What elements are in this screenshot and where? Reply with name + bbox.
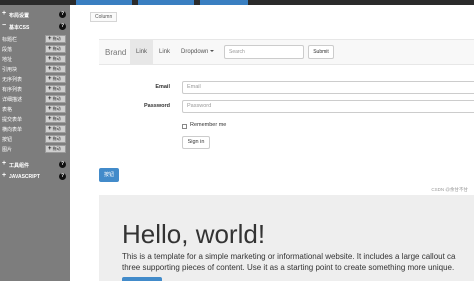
navbar-brand[interactable]: Brand [105,48,126,57]
main-canvas: Column Brand Link Link Dropdown Search S… [70,5,474,281]
question-icon[interactable]: ? [59,161,66,168]
question-icon[interactable]: ? [59,11,66,18]
email-field[interactable]: Email [182,81,474,94]
password-field[interactable]: Password [182,100,474,113]
sidebar-item[interactable]: 有序列表 + 拖动 [0,84,70,94]
remember-label: Remember me [190,122,227,128]
nav-link-active[interactable]: Link [130,40,154,64]
drag-button[interactable]: + 拖动 [45,95,66,103]
drag-button[interactable]: + 拖动 [45,55,66,63]
plus-icon: + [48,46,52,52]
minus-icon: − [2,22,7,29]
drag-button[interactable]: + 拖动 [45,125,66,133]
sidebar-group-tools[interactable]: + 工具组件 ? [0,160,70,170]
sidebar-item[interactable]: 引用块 + 拖动 [0,64,70,74]
navbar: Brand Link Link Dropdown Search Submit [99,39,474,65]
plus-icon: + [48,56,52,62]
drag-button[interactable]: + 拖动 [45,115,66,123]
plus-icon: + [2,10,7,17]
drag-button[interactable]: + 拖动 [45,145,66,153]
question-icon[interactable]: ? [59,173,66,180]
sidebar-item[interactable]: 地址 + 拖动 [0,54,70,64]
sidebar-item[interactable]: 表格 + 拖动 [0,104,70,114]
question-icon[interactable]: ? [59,23,66,30]
sidebar: + 布局设置 ? − 基本CSS ? 标题栏 + 拖动 段落 + 拖动 地址 +… [0,5,70,281]
plus-icon: + [48,146,52,152]
jumbotron: Hello, world! This is a template for a s… [99,195,474,281]
primary-button[interactable]: 按钮 [99,168,119,182]
sidebar-item[interactable]: 图片 + 拖动 [0,144,70,154]
plus-icon: + [48,96,52,102]
column-tag[interactable]: Column [90,12,118,22]
sidebar-group-layout[interactable]: + 布局设置 ? [0,10,70,20]
drag-button[interactable]: + 拖动 [45,85,66,93]
sidebar-item[interactable]: 段落 + 拖动 [0,44,70,54]
drag-button[interactable]: + 拖动 [45,65,66,73]
nav-link[interactable]: Link [153,40,176,64]
drag-button[interactable]: + 拖动 [45,135,66,143]
remember-checkbox[interactable] [182,124,187,129]
sidebar-item[interactable]: 按钮 + 拖动 [0,134,70,144]
drag-button[interactable]: + 拖动 [45,35,66,43]
sidebar-item[interactable]: 详细描述 + 拖动 [0,94,70,104]
watermark: CSDN @余甘不甘 [431,187,468,192]
email-label: Email [155,84,170,90]
password-label: Password [144,103,170,109]
sign-in-button[interactable]: Sign in [182,136,210,149]
plus-icon: + [48,76,52,82]
plus-icon: + [48,106,52,112]
drag-button[interactable]: + 拖动 [45,105,66,113]
plus-icon: + [48,36,52,42]
plus-icon: + [48,136,52,142]
search-input[interactable]: Search [224,45,304,59]
sidebar-item[interactable]: 无序列表 + 拖动 [0,74,70,84]
sidebar-item[interactable]: 提交表单 + 拖动 [0,114,70,124]
jumbotron-title: Hello, world! [122,219,266,249]
drag-button[interactable]: + 拖动 [45,75,66,83]
plus-icon: + [48,66,52,72]
plus-icon: + [2,160,7,167]
plus-icon: + [48,86,52,92]
sidebar-group-javascript[interactable]: + JAVASCRIPT ? [0,172,70,182]
plus-icon: + [48,126,52,132]
sidebar-item[interactable]: 横向表单 + 拖动 [0,124,70,134]
sidebar-group-basic-css[interactable]: − 基本CSS ? [0,22,70,32]
drag-button[interactable]: + 拖动 [45,45,66,53]
jumbotron-text: This is a template for a simple marketin… [122,252,456,272]
learn-more-button[interactable] [122,277,162,281]
nav-dropdown[interactable]: Dropdown [175,40,220,64]
submit-button[interactable]: Submit [308,45,334,59]
plus-icon: + [2,172,7,179]
sidebar-item[interactable]: 标题栏 + 拖动 [0,34,70,44]
caret-down-icon [210,50,215,53]
plus-icon: + [48,116,52,122]
